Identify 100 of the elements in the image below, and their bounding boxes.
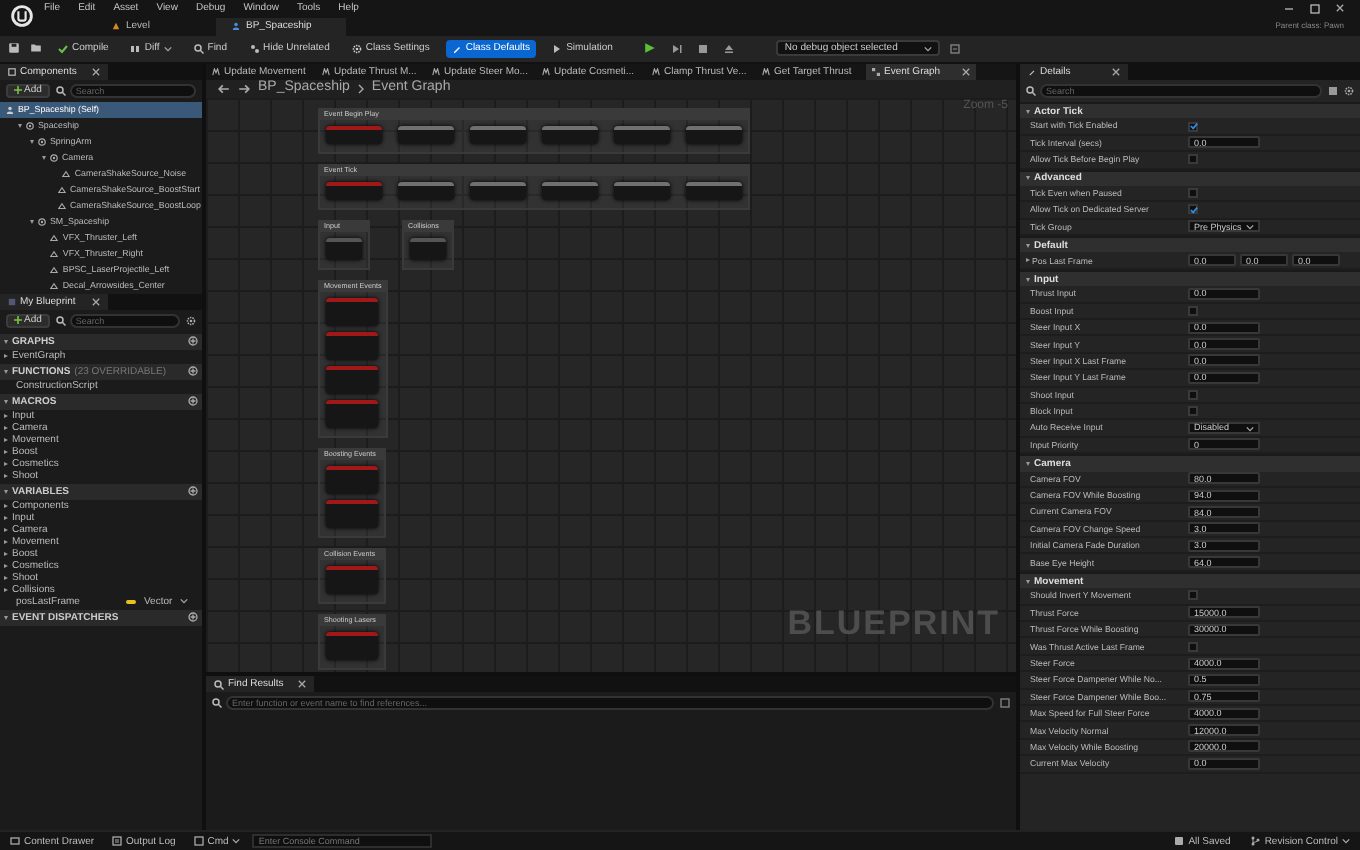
checkbox[interactable] [1188, 406, 1198, 417]
graph-node[interactable] [326, 565, 378, 594]
graph-node[interactable] [470, 125, 526, 144]
graph-node[interactable] [398, 181, 454, 200]
minimize-icon[interactable] [1284, 3, 1294, 14]
settings-icon[interactable] [186, 315, 196, 326]
filter-icon [249, 43, 259, 54]
expand-arrow-icon[interactable] [4, 449, 8, 454]
graph-node[interactable] [326, 237, 362, 260]
expand-arrow-icon[interactable] [4, 461, 8, 466]
search-icon [55, 85, 66, 96]
add-icon[interactable] [188, 486, 198, 497]
expand-arrow-icon[interactable] [4, 425, 8, 430]
caret-icon [924, 45, 933, 52]
checkbox[interactable] [1188, 389, 1198, 400]
stop-icon[interactable] [698, 43, 709, 54]
caret-icon [180, 598, 189, 605]
graph-node[interactable] [542, 181, 598, 200]
checkbox[interactable] [1188, 590, 1198, 601]
logo-icon[interactable] [10, 4, 34, 28]
branch-icon [1250, 836, 1261, 847]
expand-arrow-icon[interactable] [4, 353, 8, 358]
close-icon[interactable] [298, 680, 306, 689]
graph-node[interactable] [326, 631, 378, 660]
close-icon[interactable] [962, 67, 970, 76]
checkbox[interactable] [1188, 641, 1198, 652]
close-icon[interactable] [1112, 67, 1120, 76]
graph-node[interactable] [686, 181, 742, 200]
chevron-icon [357, 83, 364, 94]
caret-icon [232, 838, 241, 845]
search-icon [55, 315, 66, 326]
maximize-icon[interactable] [1310, 3, 1320, 14]
expand-arrow-icon[interactable] [4, 539, 8, 544]
close-icon[interactable] [92, 67, 100, 76]
graph-node[interactable] [326, 125, 382, 144]
graph-node[interactable] [470, 181, 526, 200]
graph-node[interactable] [686, 125, 742, 144]
graph-node[interactable] [326, 365, 378, 394]
function-icon [762, 67, 770, 76]
close-icon[interactable] [1336, 4, 1344, 13]
add-icon[interactable] [188, 336, 198, 347]
save-icon [1174, 836, 1185, 847]
expand-arrow-icon[interactable] [4, 551, 8, 556]
function-icon [322, 67, 330, 76]
graph-node[interactable] [542, 125, 598, 144]
log-icon [112, 836, 123, 847]
expand-arrow-icon[interactable] [4, 587, 8, 592]
add-icon[interactable] [188, 366, 198, 377]
checkbox[interactable] [1188, 305, 1198, 316]
folder-icon[interactable] [30, 42, 42, 55]
eject-icon[interactable] [724, 43, 735, 54]
expand-arrow-icon[interactable] [4, 563, 8, 568]
search-icon [212, 698, 222, 709]
expand-arrow-icon[interactable] [4, 413, 8, 418]
graph-node[interactable] [326, 297, 378, 326]
drawer-icon [10, 836, 20, 847]
step-icon[interactable] [672, 43, 683, 54]
expand-arrow-icon[interactable] [4, 515, 8, 520]
simulation-icon [552, 43, 563, 54]
forward-icon[interactable] [238, 83, 250, 94]
graph-node[interactable] [326, 465, 378, 494]
plus-icon [14, 86, 22, 95]
checkbox[interactable] [1188, 121, 1198, 132]
search-icon [1026, 85, 1036, 96]
function-icon [652, 67, 660, 76]
expand-arrow-icon[interactable] [4, 503, 8, 508]
function-icon [542, 67, 550, 76]
settings-icon[interactable] [1344, 85, 1354, 96]
pencil-icon [1028, 67, 1036, 76]
graph-node[interactable] [326, 331, 378, 360]
plus-icon [14, 316, 22, 325]
graph-node[interactable] [326, 181, 382, 200]
caret-icon [1246, 223, 1254, 230]
checkbox[interactable] [1188, 188, 1198, 199]
graph-node[interactable] [614, 125, 670, 144]
graph-node[interactable] [410, 237, 446, 260]
graph-node[interactable] [614, 181, 670, 200]
save-icon[interactable] [8, 42, 20, 55]
graph-node[interactable] [326, 499, 378, 528]
checkbox[interactable] [1188, 204, 1198, 215]
function-icon [432, 67, 440, 76]
level-icon [112, 22, 120, 31]
diff-icon [130, 43, 141, 54]
expand-arrow-icon[interactable] [4, 575, 8, 580]
back-icon[interactable] [218, 83, 230, 94]
caret-icon [1342, 838, 1350, 845]
check-icon [1189, 122, 1197, 131]
expand-arrow-icon[interactable] [4, 527, 8, 532]
expand-arrow-icon[interactable] [4, 473, 8, 478]
add-icon[interactable] [188, 396, 198, 407]
add-icon[interactable] [188, 612, 198, 623]
graph-node[interactable] [398, 125, 454, 144]
close-icon[interactable] [92, 297, 100, 306]
search-icon [214, 679, 224, 690]
actor-icon [6, 105, 14, 114]
play-icon[interactable] [644, 42, 657, 55]
expand-arrow-icon[interactable] [4, 437, 8, 442]
expand-arrow-icon[interactable] [1026, 258, 1030, 263]
checkbox[interactable] [1188, 154, 1198, 165]
graph-node[interactable] [326, 399, 378, 428]
